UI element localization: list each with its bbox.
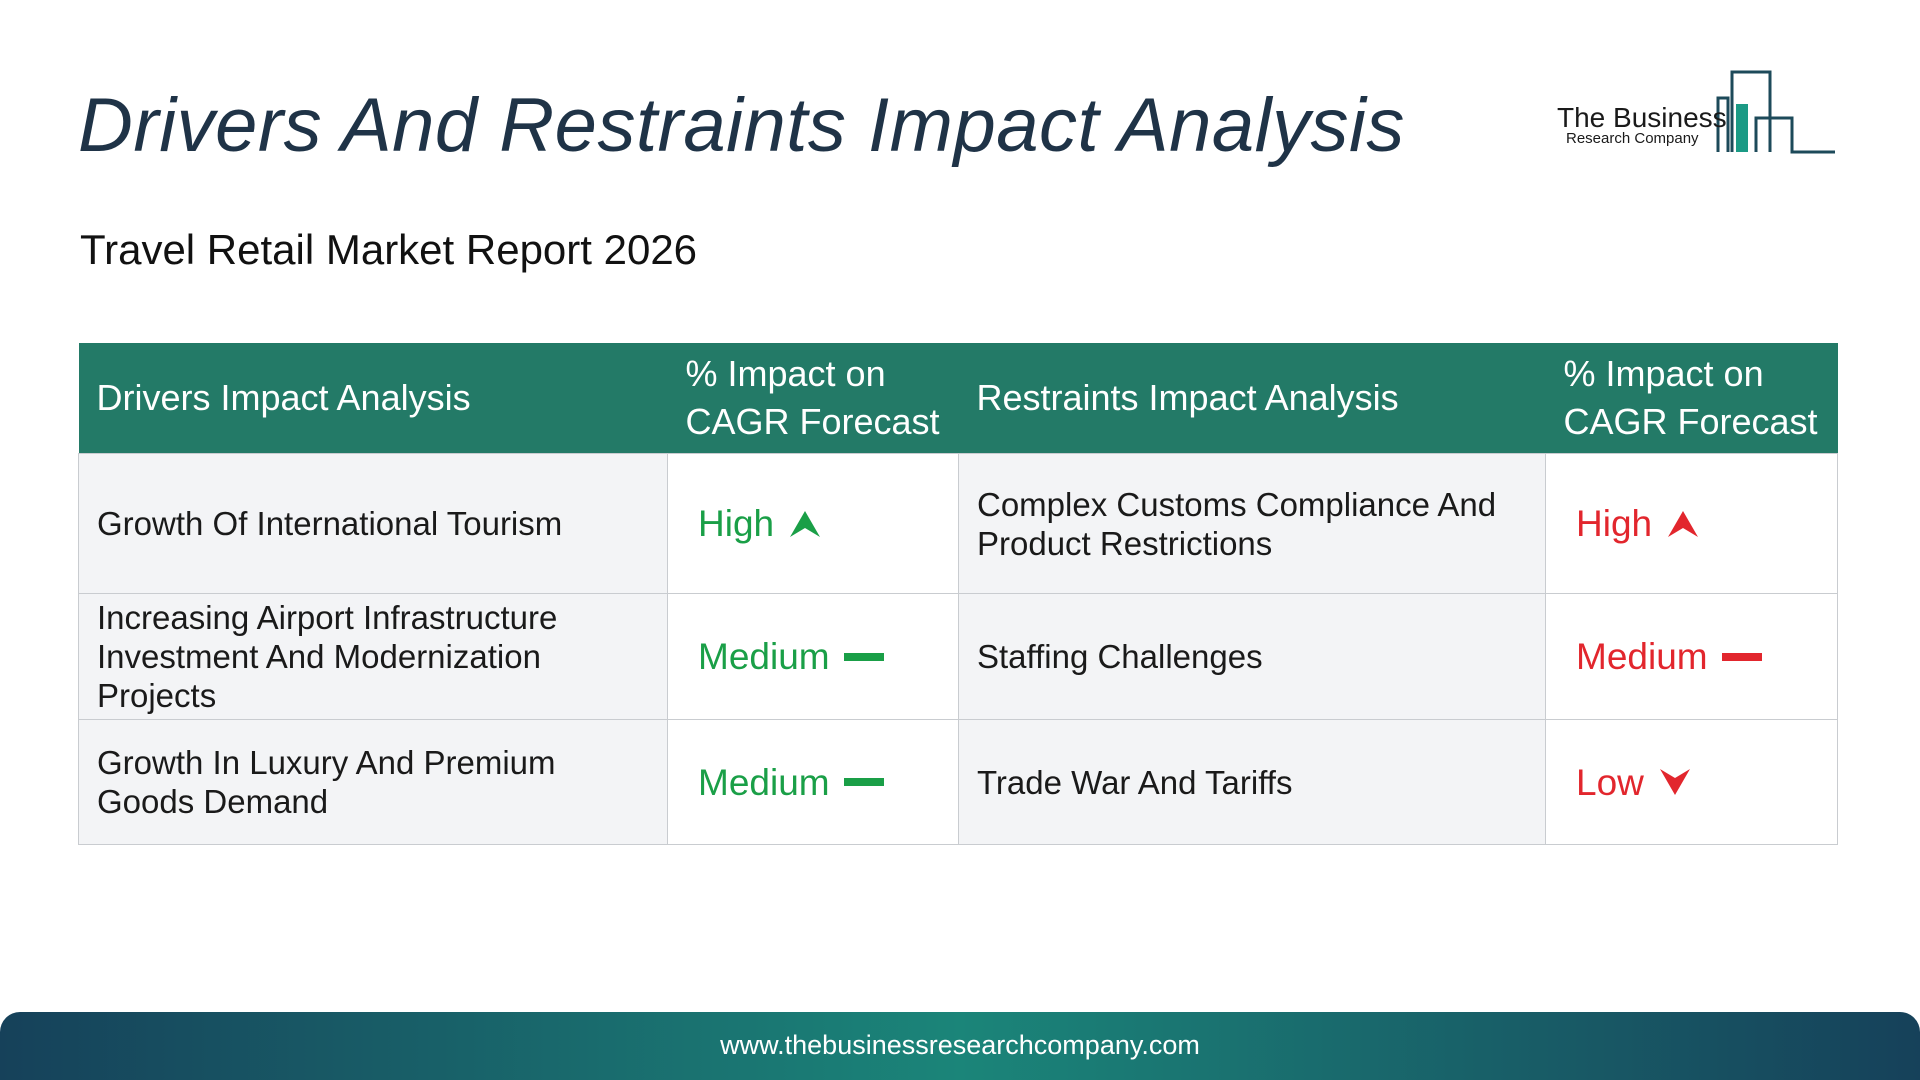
impact-label: Medium bbox=[698, 636, 830, 677]
impact-label: High bbox=[698, 503, 775, 544]
restraint-cell: Complex Customs Compliance And Product R… bbox=[958, 453, 1546, 594]
restraint-impact-cell: Low bbox=[1545, 719, 1838, 845]
down-arrow-icon bbox=[1659, 769, 1690, 795]
report-subtitle: Travel Retail Market Report 2026 bbox=[80, 226, 698, 273]
restraint-cell: Staffing Challenges bbox=[958, 593, 1546, 720]
table-row: Increasing Airport Infrastructure Invest… bbox=[78, 593, 1838, 720]
impact-label: Low bbox=[1576, 761, 1644, 803]
dash-icon bbox=[843, 652, 884, 661]
up-arrow-icon bbox=[790, 510, 821, 537]
up-arrow-icon bbox=[1668, 510, 1699, 537]
table-row: Growth In Luxury And Premium Goods Deman… bbox=[78, 719, 1838, 845]
header-drivers: Drivers Impact Analysis bbox=[78, 343, 668, 454]
website-link[interactable]: www.thebusinessresearchcompany.com bbox=[0, 1030, 1920, 1061]
impact-label: Medium bbox=[698, 761, 830, 803]
footer-bar: www.thebusinessresearchcompany.com bbox=[0, 1012, 1920, 1080]
impact-label: High bbox=[1576, 503, 1653, 544]
dash-icon bbox=[843, 778, 884, 786]
impact-label: Medium bbox=[1576, 636, 1708, 677]
header-restraints: Restraints Impact Analysis bbox=[958, 343, 1546, 454]
restraint-impact-cell: High bbox=[1545, 453, 1838, 594]
driver-impact-cell: Medium bbox=[667, 719, 959, 845]
header-restraint-impact: % Impact on CAGR Forecast bbox=[1545, 343, 1838, 454]
driver-cell: Growth In Luxury And Premium Goods Deman… bbox=[78, 719, 668, 845]
impact-table: Drivers Impact Analysis % Impact on CAGR… bbox=[78, 343, 1838, 845]
driver-cell: Growth Of International Tourism bbox=[78, 453, 668, 594]
restraint-cell: Trade War And Tariffs bbox=[958, 719, 1546, 845]
header-driver-impact: % Impact on CAGR Forecast bbox=[667, 343, 959, 454]
driver-cell: Increasing Airport Infrastructure Invest… bbox=[78, 593, 668, 720]
table-row: Growth Of International Tourism High Com… bbox=[78, 453, 1838, 594]
driver-impact-cell: High bbox=[667, 453, 959, 594]
restraint-impact-cell: Medium bbox=[1545, 593, 1838, 720]
table-header-row: Drivers Impact Analysis % Impact on CAGR… bbox=[78, 343, 1838, 454]
driver-impact-cell: Medium bbox=[667, 593, 959, 720]
company-logo: The Business Research Company bbox=[1550, 66, 1840, 158]
page-title: Drivers And Restraints Impact Analysis bbox=[78, 83, 1405, 168]
dash-icon bbox=[1721, 652, 1762, 661]
logo-tagline: Research Company bbox=[1566, 130, 1699, 147]
